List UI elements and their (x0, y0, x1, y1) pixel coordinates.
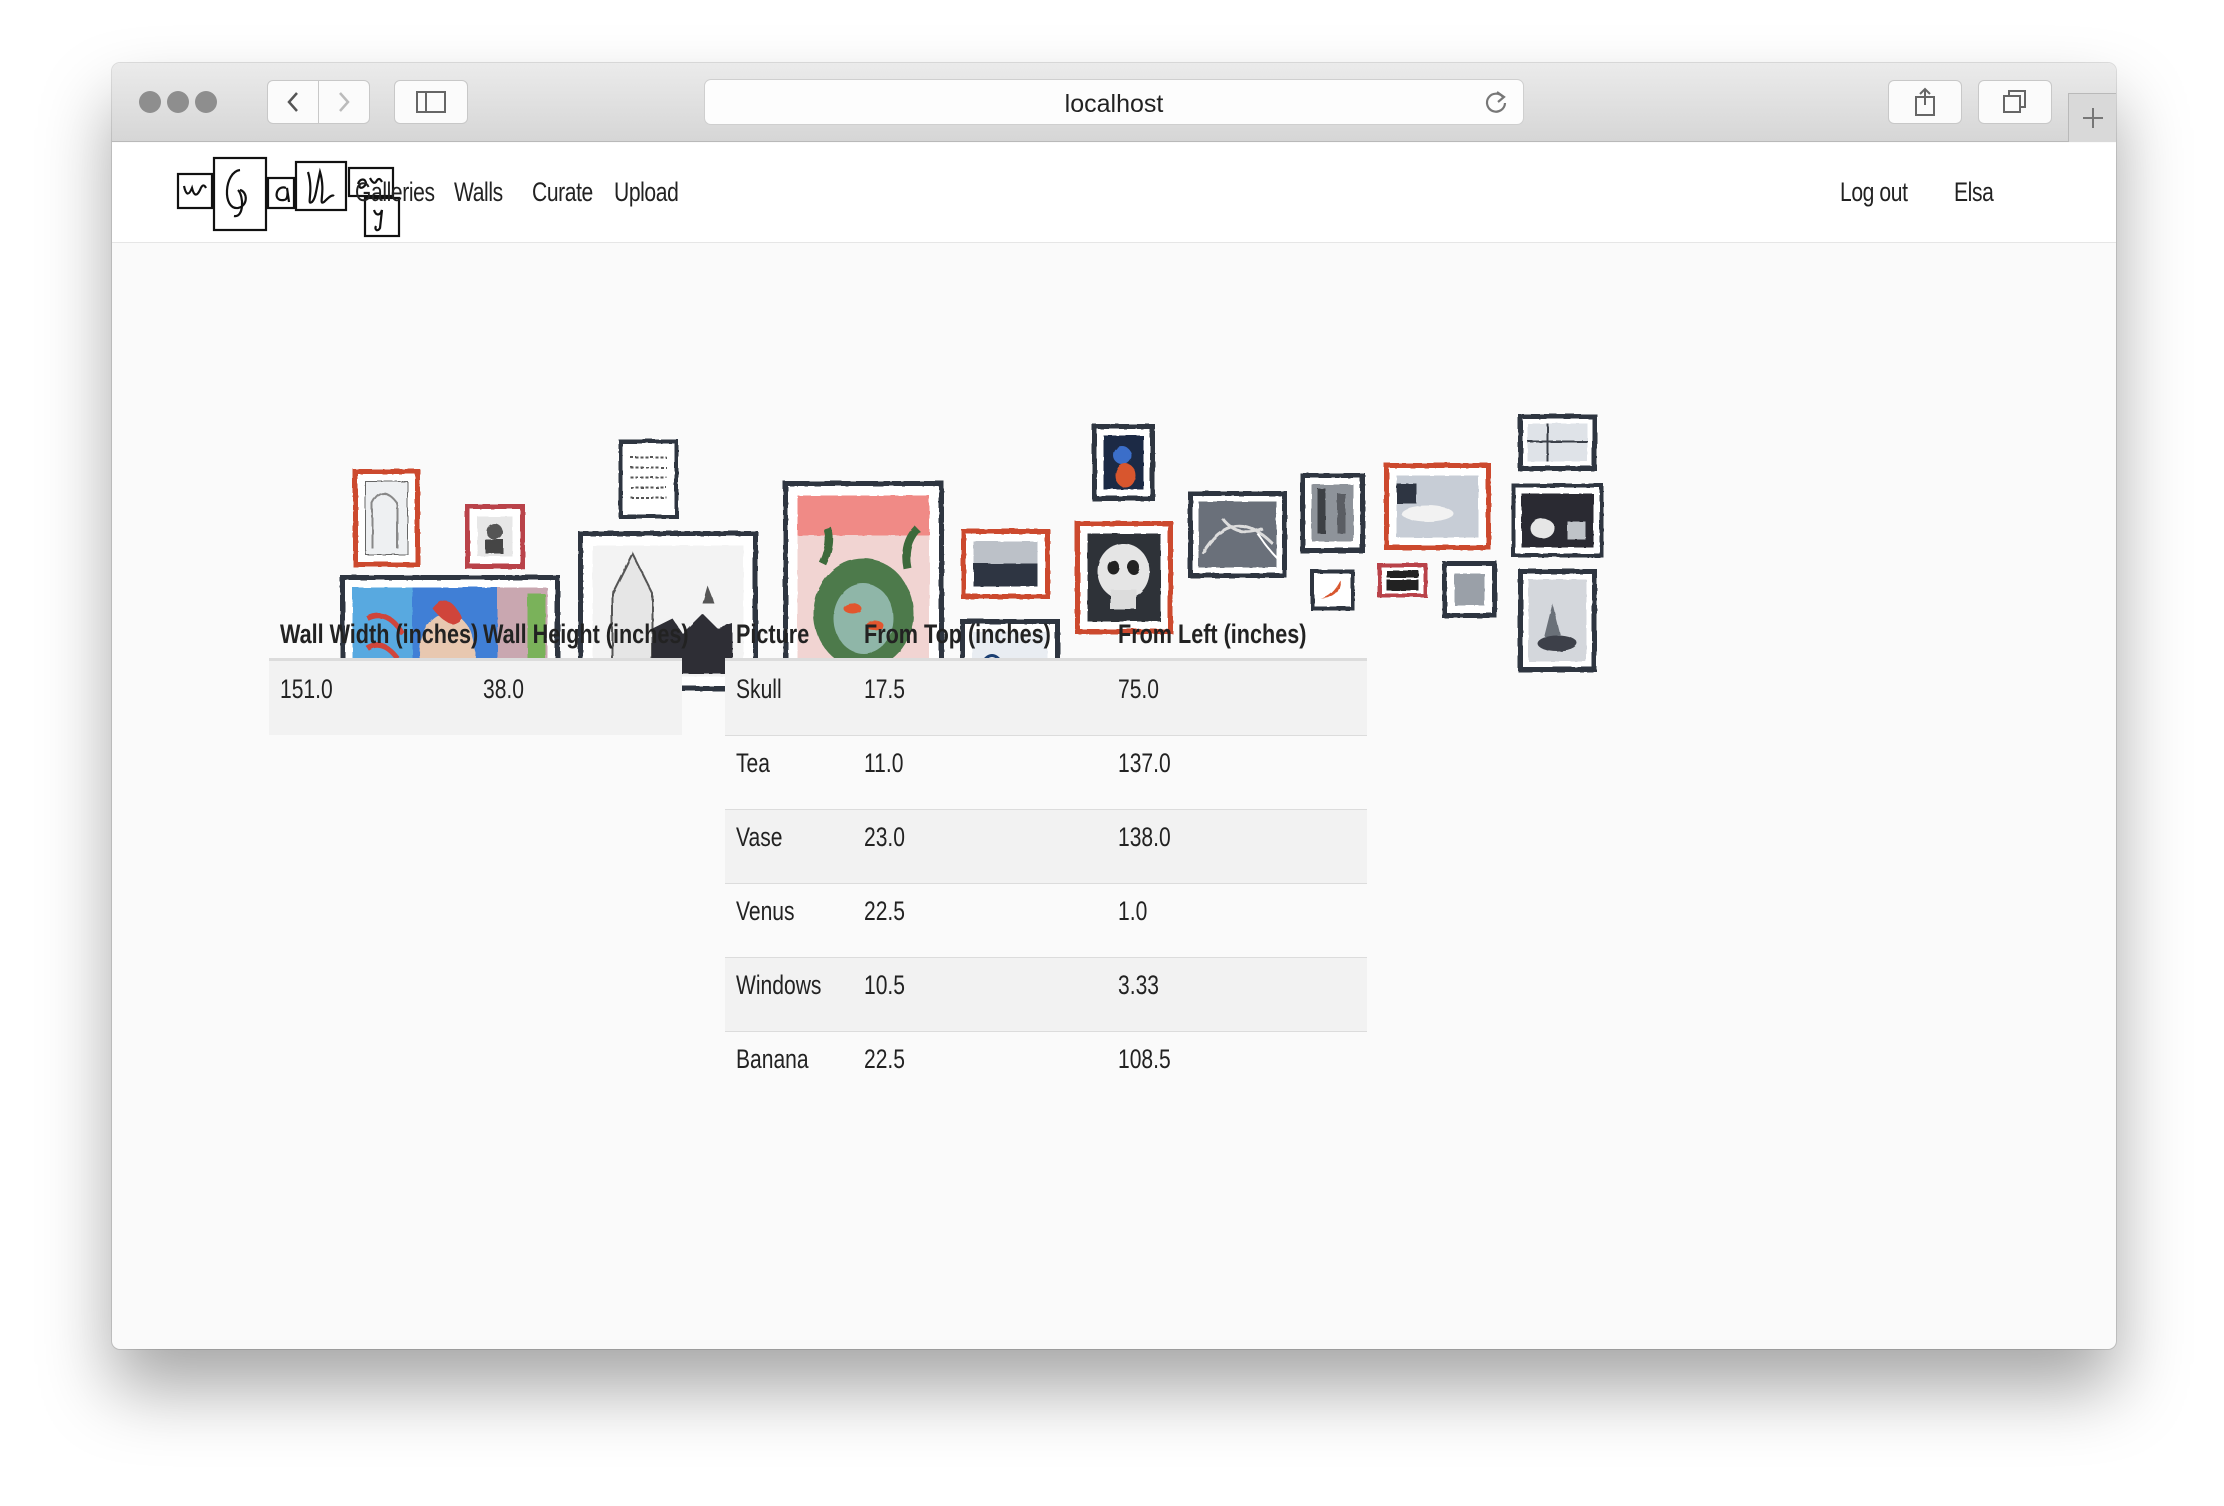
picture-from-top: 17.5 (864, 674, 905, 704)
picture-grid[interactable] (1517, 413, 1597, 471)
reload-icon[interactable] (1483, 89, 1509, 115)
minimize-window-button[interactable] (167, 91, 189, 113)
wall-height-value: 38.0 (483, 674, 524, 704)
picture-reclining[interactable] (1383, 462, 1491, 550)
picture-from-top: 10.5 (864, 970, 905, 1000)
picture-windows[interactable] (352, 468, 420, 567)
user-menu-link[interactable]: Elsa (1954, 177, 1994, 208)
chevron-right-icon (339, 92, 350, 112)
nav-link-upload[interactable]: Upload (614, 177, 679, 208)
picture-portrait[interactable] (464, 503, 525, 569)
table-row (725, 735, 1367, 809)
picture-name: Tea (736, 748, 770, 778)
share-icon (1915, 87, 1935, 116)
zoom-window-button[interactable] (195, 91, 217, 113)
picture-harbor[interactable] (960, 528, 1050, 599)
sidebar-toggle-button[interactable] (394, 80, 468, 124)
nav-link-galleries[interactable]: Galleries (355, 177, 435, 208)
browser-window: localhost Galleries Walls Curate Upload … (112, 63, 2116, 1349)
wall-width-header: Wall Width (inches) (280, 619, 479, 649)
picture-from-left: 137.0 (1118, 748, 1171, 778)
picture-name: Skull (736, 674, 782, 704)
tabs-icon (2003, 90, 2026, 113)
close-window-button[interactable] (139, 91, 161, 113)
forward-button[interactable] (318, 80, 370, 124)
address-bar[interactable]: localhost (704, 79, 1524, 125)
picture-script[interactable] (618, 439, 678, 518)
picture-branch[interactable] (1187, 490, 1287, 578)
picture-from-left: 1.0 (1118, 896, 1148, 926)
picture-barn[interactable] (1377, 563, 1427, 597)
nav-link-curate[interactable]: Curate (532, 177, 593, 208)
table-row (725, 809, 1367, 883)
table-row (725, 883, 1367, 957)
picture-from-top: 22.5 (864, 896, 905, 926)
picture-name: Vase (736, 822, 783, 852)
chevron-left-icon (287, 92, 298, 112)
picture-tea[interactable] (1511, 483, 1603, 557)
picture-still-life[interactable] (1517, 568, 1597, 672)
back-button[interactable] (267, 80, 319, 124)
wall-width-value: 151.0 (280, 674, 333, 704)
wall-height-header: Wall Height (inches) (483, 619, 689, 649)
picture-from-top: 11.0 (864, 748, 904, 778)
site-navbar: Galleries Walls Curate Upload Log out El… (112, 143, 2116, 243)
picture-header: Picture (736, 619, 810, 649)
url-text: localhost (1064, 90, 1164, 118)
picture-from-left: 3.33 (1118, 970, 1159, 1000)
from-top-header: From Top (inches) (864, 619, 1051, 649)
picture-from-left: 75.0 (1118, 674, 1159, 704)
picture-name: Banana (736, 1044, 809, 1074)
picture-banana[interactable] (1310, 569, 1354, 610)
picture-name: Venus (736, 896, 795, 926)
browser-toolbar: localhost (112, 63, 2116, 142)
nav-link-walls[interactable]: Walls (454, 177, 503, 208)
plus-icon (2082, 108, 2103, 128)
picture-from-left: 138.0 (1118, 822, 1171, 852)
picture-grey-square[interactable] (1441, 560, 1497, 618)
from-left-header: From Left (inches) (1118, 619, 1307, 649)
picture-from-top: 23.0 (864, 822, 905, 852)
picture-skull[interactable] (1074, 520, 1173, 634)
table-row (725, 661, 1367, 735)
table-row (725, 1031, 1367, 1105)
picture-name: Windows (736, 970, 822, 1000)
new-tab-button[interactable] (2068, 93, 2116, 142)
sidebar-icon (416, 91, 446, 113)
picture-pearl-earring[interactable] (1091, 423, 1155, 501)
picture-grey-abstract[interactable] (1299, 472, 1365, 553)
logout-link[interactable]: Log out (1840, 177, 1908, 208)
picture-from-top: 22.5 (864, 1044, 905, 1074)
tabs-overview-button[interactable] (1978, 80, 2052, 124)
picture-from-left: 108.5 (1118, 1044, 1171, 1074)
share-button[interactable] (1888, 80, 1962, 124)
